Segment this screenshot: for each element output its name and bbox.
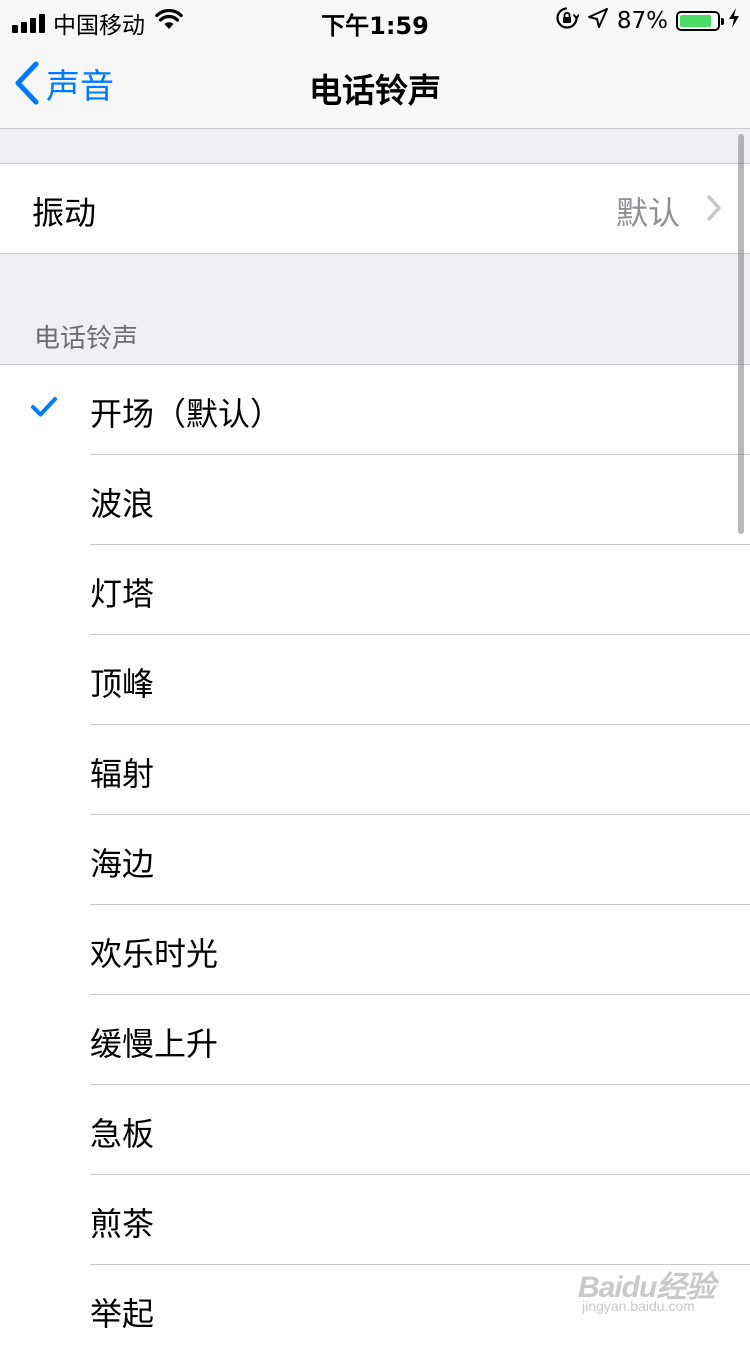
location-icon [587, 7, 609, 35]
orientation-lock-icon [555, 6, 580, 36]
ringtone-row[interactable]: 海边 [0, 815, 750, 905]
ringtone-label: 灯塔 [90, 575, 155, 613]
ringtone-list: 开场（默认） 波浪灯塔顶峰辐射海边欢乐时光缓慢上升急板煎茶举起 [0, 364, 750, 1355]
ringtone-row[interactable]: 开场（默认） [0, 365, 750, 455]
ringtone-row[interactable]: 急板 [0, 1085, 750, 1175]
ringtone-label: 急板 [90, 1115, 155, 1153]
battery-icon [676, 11, 724, 31]
vibration-label: 振动 [32, 194, 97, 232]
vibration-value: 默认 [615, 194, 680, 232]
section-header-ringtones: 电话铃声 [34, 324, 139, 354]
ringtone-row[interactable]: 灯塔 [0, 545, 750, 635]
ringtone-row[interactable]: 煎茶 [0, 1175, 750, 1265]
ringtone-label: 缓慢上升 [90, 1025, 219, 1063]
ringtone-row[interactable]: 欢乐时光 [0, 905, 750, 995]
page-title: 电话铃声 [309, 71, 441, 110]
watermark: Baidu经验 jingyan.baidu.com [578, 1254, 728, 1324]
battery-fill [680, 15, 711, 27]
charging-icon [728, 7, 740, 35]
battery-percent: 87% [616, 8, 668, 34]
ringtone-label: 辐射 [90, 755, 155, 793]
ringtone-row[interactable]: 辐射 [0, 725, 750, 815]
chevron-right-icon [707, 195, 721, 221]
ringtone-row[interactable]: 顶峰 [0, 635, 750, 725]
ringtone-label: 煎茶 [90, 1205, 155, 1243]
scrollbar[interactable] [738, 134, 744, 534]
status-bar: 中国移动 下午1:59 87% [0, 0, 750, 40]
watermark-url: jingyan.baidu.com [582, 1298, 695, 1314]
ringtone-row[interactable]: 波浪 [0, 455, 750, 545]
ringtone-label: 开场（默认） [90, 395, 283, 433]
ringtone-row[interactable]: 缓慢上升 [0, 995, 750, 1085]
ringtone-label: 海边 [90, 845, 155, 883]
ringtone-label: 波浪 [90, 485, 155, 523]
ringtone-label: 欢乐时光 [90, 935, 219, 973]
ringtone-label: 举起 [90, 1295, 155, 1333]
ringtone-label: 顶峰 [90, 665, 155, 703]
vibration-row[interactable]: 振动 默认 [0, 163, 750, 254]
status-right: 87% [555, 6, 740, 36]
checkmark-icon [31, 397, 57, 417]
battery-tip [721, 18, 724, 25]
navigation-bar: 声音 电话铃声 [0, 40, 750, 129]
